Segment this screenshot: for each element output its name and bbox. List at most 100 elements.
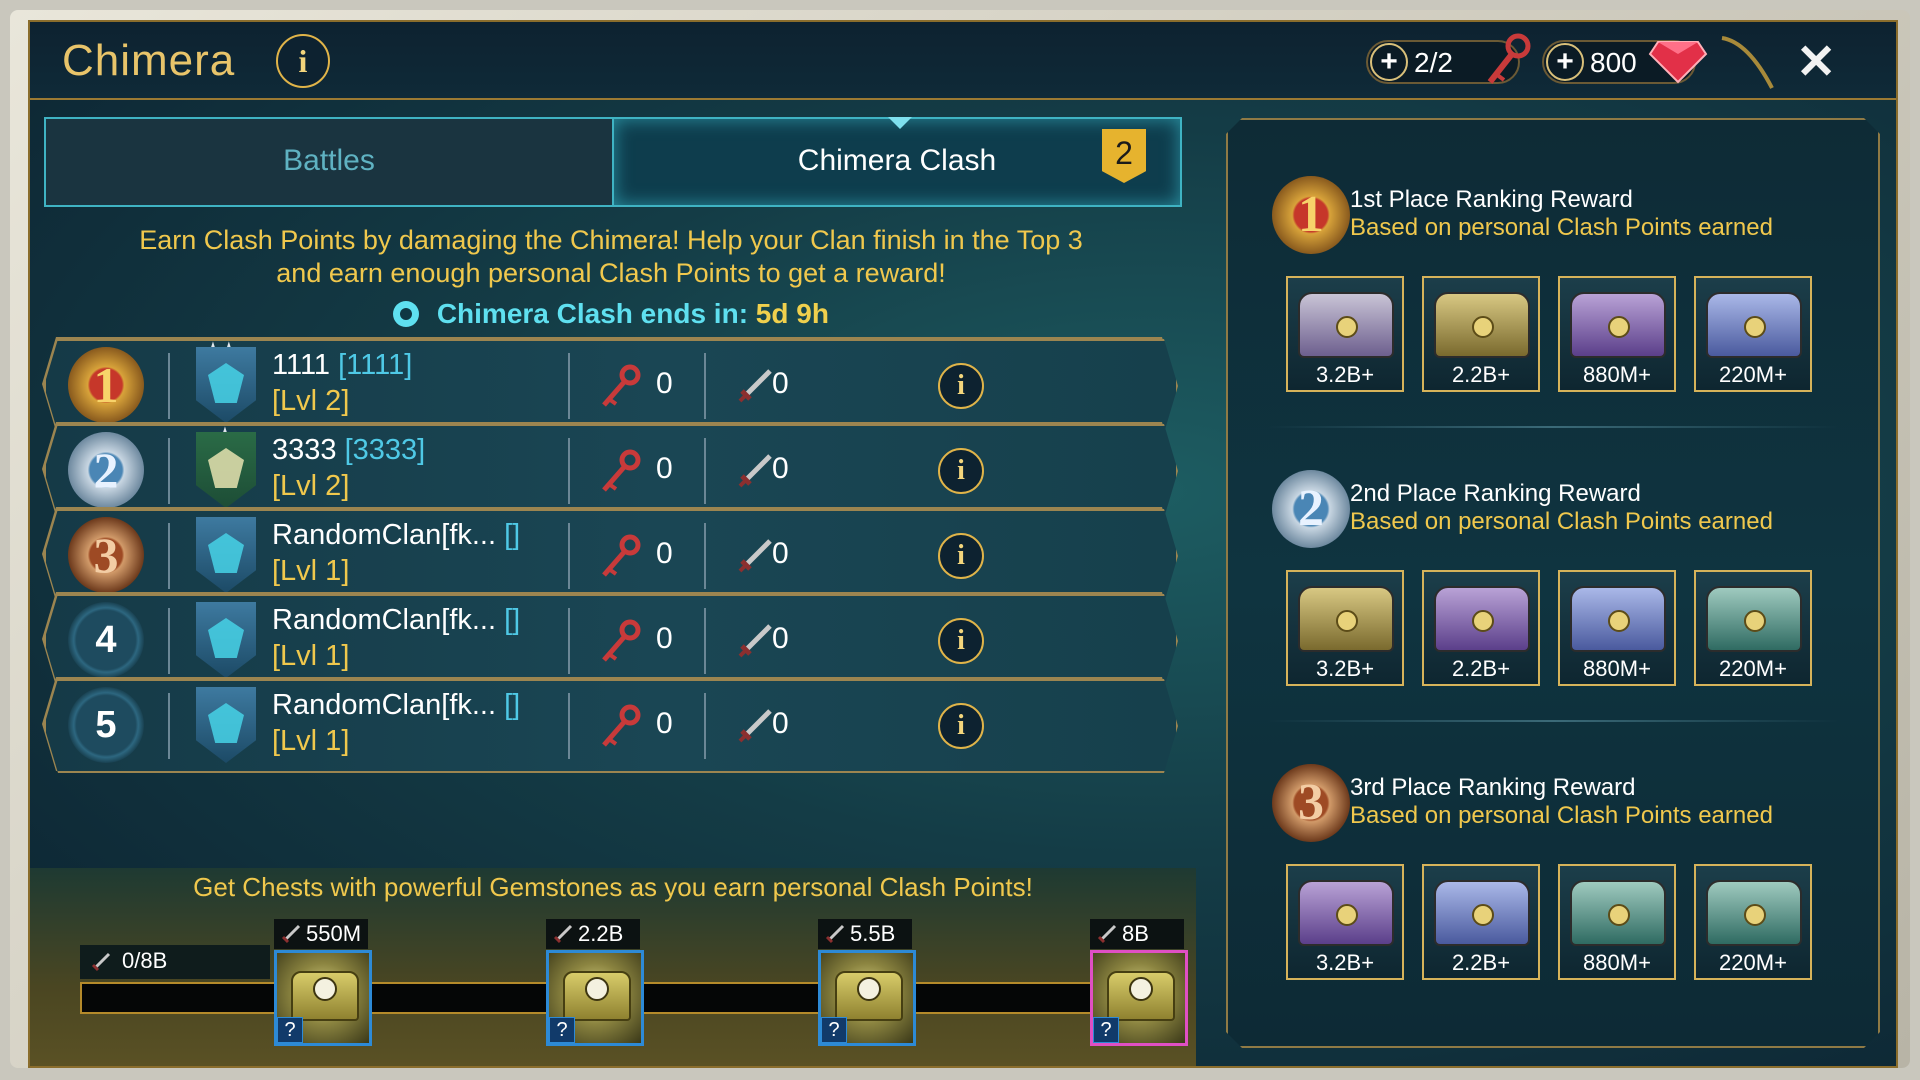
window-title: Chimera	[62, 36, 236, 85]
clan-keys-used: 0	[656, 452, 673, 485]
divider	[568, 608, 570, 674]
milestone-chest-1[interactable]: ?	[274, 950, 372, 1046]
reward-chest[interactable]: 880M+	[1558, 276, 1676, 392]
chest-lock-icon	[1336, 316, 1358, 338]
clan-emblem-icon	[196, 517, 256, 593]
clan-info-icon[interactable]: i	[938, 448, 984, 494]
milestone-value: 5.5B	[850, 921, 896, 946]
reward-chest[interactable]: 220M+	[1694, 276, 1812, 392]
reward-amount: 880M+	[1583, 950, 1651, 975]
key-icon	[598, 363, 644, 409]
rank-2-medal-icon: 2	[1272, 470, 1350, 548]
tab-chimera-clash-label: Chimera Clash	[797, 144, 997, 177]
chest-lock-icon	[1336, 610, 1358, 632]
reward-chest[interactable]: 880M+	[1558, 864, 1676, 980]
reward-amount: 880M+	[1583, 362, 1651, 387]
header-bar: Chimera i + 2/2 + 800 ✕	[30, 22, 1896, 100]
clan-info-icon[interactable]: i	[938, 703, 984, 749]
rank-1-medal-icon: 1	[1272, 176, 1350, 254]
milestone-value: 8B	[1122, 921, 1149, 946]
clan-info-icon[interactable]: i	[938, 618, 984, 664]
reward-amount: 3.2B+	[1315, 362, 1375, 387]
clan-emblem-icon	[196, 347, 256, 423]
clan-info-icon[interactable]: i	[938, 363, 984, 409]
chest-lock-icon	[1744, 610, 1766, 632]
clash-description: Earn Clash Points by damaging the Chimer…	[44, 224, 1178, 290]
milestone-value: 550M	[306, 921, 362, 946]
chest-lock-icon	[1472, 904, 1494, 926]
clan-clash-points: 0	[772, 707, 789, 740]
description-line-1: Earn Clash Points by damaging the Chimer…	[139, 225, 1083, 255]
reward-subtitle: Based on personal Clash Points earned	[1350, 508, 1773, 535]
reward-amount: 220M+	[1719, 656, 1787, 681]
milestone-chest-3[interactable]: ?	[818, 950, 916, 1046]
ruby-icon	[1648, 41, 1708, 84]
reward-amount: 2.2B+	[1451, 656, 1511, 681]
milestone-value: 2.2B	[578, 921, 624, 946]
clan-row-5[interactable]: 5 RandomClan[fk... [] [Lvl 1] 0 0 i	[44, 679, 1178, 773]
skull-emblem-icon	[857, 977, 881, 1001]
reward-subtitle: Based on personal Clash Points earned	[1350, 214, 1773, 241]
ranking-rewards-panel: 1 1st Place Ranking Reward Based on pers…	[1226, 118, 1880, 1048]
chimera-window: Chimera i + 2/2 + 800 ✕ Battles Chimera …	[28, 20, 1898, 1068]
chest-lock-icon	[1608, 904, 1630, 926]
title-info-icon[interactable]: i	[276, 34, 330, 88]
reward-chest[interactable]: 3.2B+	[1286, 570, 1404, 686]
milestone-label: 5.5B	[818, 919, 912, 949]
clan-name: RandomClan[fk... []	[272, 519, 521, 551]
rank-3-medal-icon: 3	[68, 517, 144, 593]
reward-chest[interactable]: 220M+	[1694, 864, 1812, 980]
clan-row-2[interactable]: 2 ★ 3333 [3333] [Lvl 2] 0 0 i	[44, 424, 1178, 518]
reward-chest[interactable]: 2.2B+	[1422, 864, 1540, 980]
divider	[568, 438, 570, 504]
tab-clash-badge: 2	[1102, 129, 1146, 183]
tab-battles[interactable]: Battles	[44, 117, 614, 207]
milestone-chest-2[interactable]: ?	[546, 950, 644, 1046]
clan-row-4[interactable]: 4 RandomClan[fk... [] [Lvl 1] 0 0 i	[44, 594, 1178, 688]
active-tab-caret-icon	[888, 117, 912, 129]
clan-level: [Lvl 1]	[272, 555, 350, 587]
clan-clash-points: 0	[772, 367, 789, 400]
reward-chest[interactable]: 2.2B+	[1422, 570, 1540, 686]
add-keys-button[interactable]: +	[1370, 43, 1408, 81]
clan-row-3[interactable]: 3 RandomClan[fk... [] [Lvl 1] 0 0 i	[44, 509, 1178, 603]
divider	[568, 693, 570, 759]
rank-5-badge-icon: 5	[68, 687, 144, 763]
reward-title: 3rd Place Ranking Reward	[1350, 774, 1636, 801]
chest-lock-icon	[1336, 904, 1358, 926]
reward-title: 1st Place Ranking Reward	[1350, 186, 1633, 213]
key-icon	[598, 448, 644, 494]
sword-icon	[553, 924, 573, 944]
clan-level: [Lvl 2]	[272, 470, 350, 502]
rank-3-medal-icon: 3	[1272, 764, 1350, 842]
divider	[704, 608, 706, 674]
skull-emblem-icon	[585, 977, 609, 1001]
divider	[704, 353, 706, 419]
divider	[168, 608, 170, 674]
clock-icon	[393, 301, 420, 327]
reward-amount: 3.2B+	[1315, 656, 1375, 681]
reward-chest[interactable]: 3.2B+	[1286, 276, 1404, 392]
tab-chimera-clash[interactable]: Chimera Clash 2	[612, 117, 1182, 207]
clash-timer: Chimera Clash ends in: 5d 9h	[44, 298, 1178, 330]
reward-chest[interactable]: 220M+	[1694, 570, 1812, 686]
description-line-2: and earn enough personal Clash Points to…	[276, 258, 946, 288]
reward-chest[interactable]: 880M+	[1558, 570, 1676, 686]
reward-chest[interactable]: 3.2B+	[1286, 864, 1404, 980]
key-icon	[598, 533, 644, 579]
clan-info-icon[interactable]: i	[938, 533, 984, 579]
reward-amount: 220M+	[1719, 362, 1787, 387]
add-gems-button[interactable]: +	[1546, 43, 1584, 81]
milestone-chest-4[interactable]: ?	[1090, 950, 1188, 1046]
divider	[704, 693, 706, 759]
divider	[168, 523, 170, 589]
clan-emblem-icon	[196, 432, 256, 508]
reward-amount: 2.2B+	[1451, 950, 1511, 975]
key-icon	[598, 703, 644, 749]
reward-chest[interactable]: 2.2B+	[1422, 276, 1540, 392]
chest-lock-icon	[1472, 316, 1494, 338]
clan-row-1[interactable]: 1 ★★ 1111 [1111] [Lvl 2] 0 0 i	[44, 339, 1178, 433]
sword-icon	[736, 705, 776, 745]
sword-icon	[736, 450, 776, 490]
close-button[interactable]: ✕	[1796, 34, 1836, 90]
